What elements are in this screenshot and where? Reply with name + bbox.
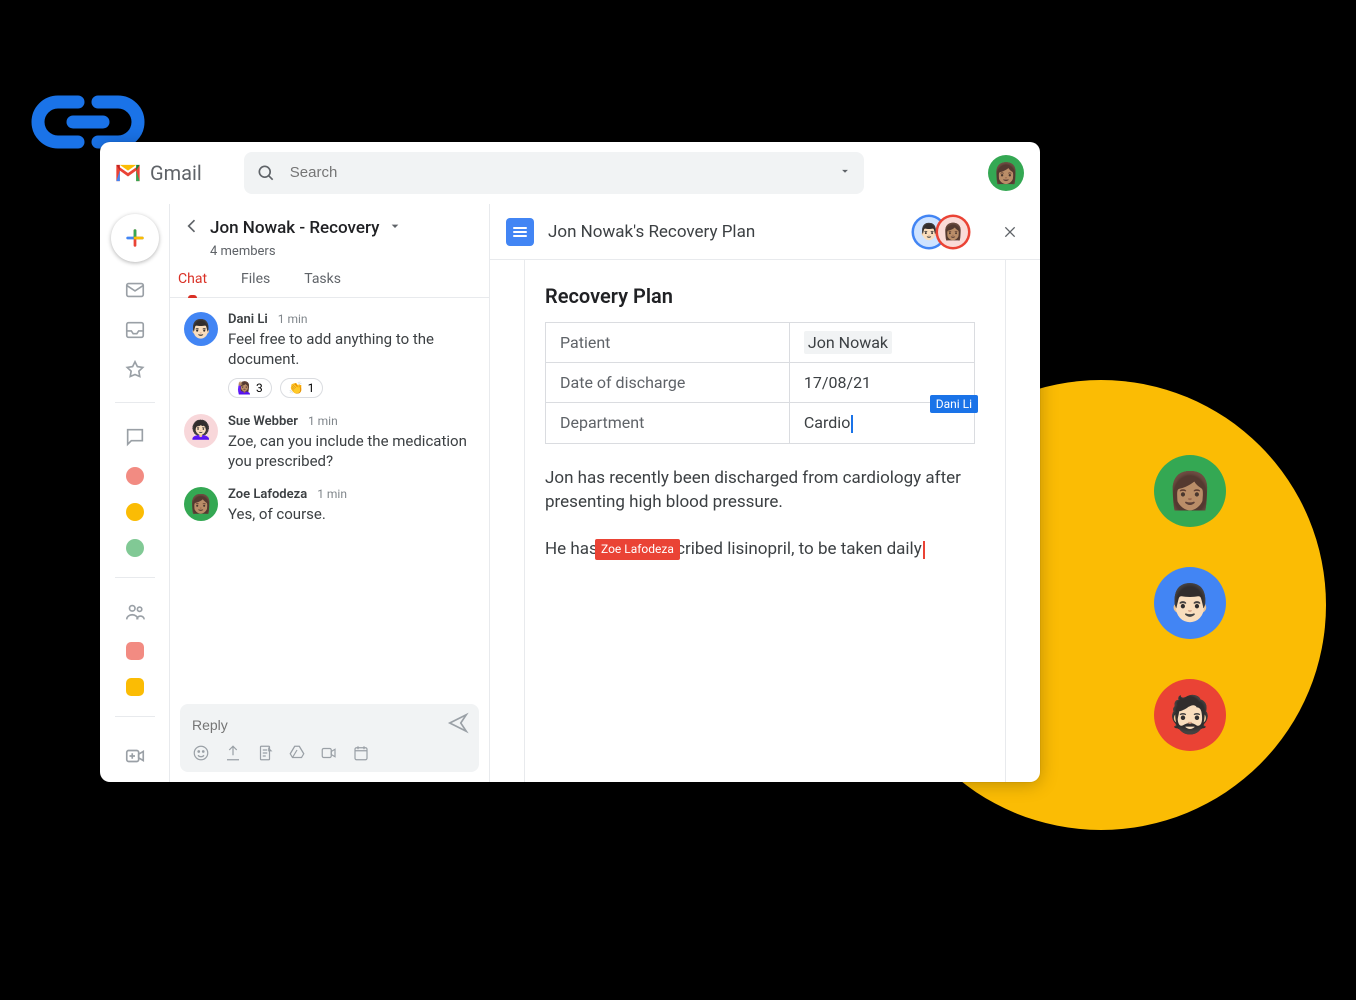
chat-icon[interactable] xyxy=(123,425,147,449)
reaction-emoji: 👏 xyxy=(289,381,304,395)
doc-body[interactable]: Recovery Plan Patient Jon Nowak Date of … xyxy=(490,260,1040,782)
chat-tabs: Chat Files Tasks xyxy=(170,259,489,298)
table-row: Department Cardio Dani Li xyxy=(546,403,975,444)
space-sq-red[interactable] xyxy=(126,642,144,660)
close-icon[interactable] xyxy=(996,218,1024,246)
space-sq-amber[interactable] xyxy=(126,678,144,696)
doc-title: Jon Nowak's Recovery Plan xyxy=(548,222,755,242)
msg-time: 1 min xyxy=(308,414,338,428)
decor-avatar-3: 🧔🏻 xyxy=(1154,679,1226,751)
cursor-label: Dani Li xyxy=(930,395,978,413)
msg-time: 1 min xyxy=(317,487,347,501)
avatar: 👩🏽 xyxy=(184,487,218,521)
gmail-icon xyxy=(114,162,142,184)
decor-avatar-1: 👩🏽 xyxy=(1154,455,1226,527)
people-icon[interactable] xyxy=(123,600,147,624)
cell-value: Jon Nowak xyxy=(789,323,974,363)
msg-time: 1 min xyxy=(278,312,308,326)
chat-title: Jon Nowak - Recovery xyxy=(210,218,379,238)
emoji-icon[interactable] xyxy=(192,744,210,766)
msg-author: Zoe Lafodeza xyxy=(228,487,307,502)
chat-messages: 👨🏻 Dani Li 1 min Feel free to add anythi… xyxy=(170,298,489,698)
highlighted-text: Jon Nowak xyxy=(804,331,892,354)
chat-message: 👩🏻‍🦱 Sue Webber 1 min Zoe, can you inclu… xyxy=(184,414,475,472)
topbar: Gmail 👩🏽 xyxy=(100,142,1040,204)
search-icon xyxy=(256,163,276,183)
compose-button[interactable] xyxy=(111,214,159,262)
table-row: Date of discharge 17/08/21 xyxy=(546,363,975,403)
product-name: Gmail xyxy=(150,161,202,185)
doc-panel: Jon Nowak's Recovery Plan 👨🏻 👩🏽 Recovery… xyxy=(490,204,1040,782)
avatar: 👨🏻 xyxy=(184,312,218,346)
space-dot-green[interactable] xyxy=(126,539,144,557)
reply-box xyxy=(180,704,479,772)
chat-subtitle: 4 members xyxy=(210,244,477,259)
doc-paragraph: Jon has recently been discharged from ca… xyxy=(545,466,1000,515)
account-avatar[interactable]: 👩🏽 xyxy=(988,155,1024,191)
info-table: Patient Jon Nowak Date of discharge 17/0… xyxy=(545,322,975,444)
tab-files[interactable]: Files xyxy=(241,271,270,297)
chat-panel: Jon Nowak - Recovery 4 members Chat File… xyxy=(170,204,490,782)
calendar-icon[interactable] xyxy=(352,744,370,766)
msg-text: Yes, of course. xyxy=(228,504,347,524)
avatar: 👩🏻‍🦱 xyxy=(184,414,218,448)
cell-label: Department xyxy=(546,403,790,444)
msg-text: Feel free to add anything to the documen… xyxy=(228,329,475,370)
page-edge xyxy=(524,260,525,782)
star-icon[interactable] xyxy=(123,358,147,382)
search-input[interactable] xyxy=(290,164,824,181)
google-docs-icon xyxy=(506,218,534,246)
gmail-logo[interactable]: Gmail xyxy=(114,161,202,185)
search-options-icon[interactable] xyxy=(838,163,852,182)
cursor-label: Zoe Lafodeza xyxy=(595,539,680,560)
reaction[interactable]: 👏 1 xyxy=(280,378,324,398)
collab-avatar[interactable]: 👩🏽 xyxy=(938,217,968,247)
table-row: Patient Jon Nowak xyxy=(546,323,975,363)
decor-avatar-2: 👨🏻 xyxy=(1154,567,1226,639)
reaction-count: 3 xyxy=(256,381,263,395)
search-bar[interactable] xyxy=(244,152,864,194)
doc-paragraph: He has been prescribed lisinopril, to be… xyxy=(545,537,1000,562)
msg-author: Sue Webber xyxy=(228,414,298,429)
inbox-icon[interactable] xyxy=(123,318,147,342)
video-icon[interactable] xyxy=(320,744,338,766)
mail-icon[interactable] xyxy=(123,278,147,302)
chat-message: 👩🏽 Zoe Lafodeza 1 min Yes, of course. xyxy=(184,487,475,524)
cell-label: Date of discharge xyxy=(546,363,790,403)
space-dot-amber[interactable] xyxy=(126,503,144,521)
upload-icon[interactable] xyxy=(224,744,242,766)
send-icon[interactable] xyxy=(447,712,469,738)
reaction-emoji: 🙋🏽‍♀️ xyxy=(237,381,252,395)
chat-title-dropdown-icon[interactable] xyxy=(387,218,403,238)
collab-cursor-red xyxy=(923,541,925,559)
tab-chat[interactable]: Chat xyxy=(178,271,207,297)
docs-attach-icon[interactable] xyxy=(256,744,274,766)
reaction[interactable]: 🙋🏽‍♀️ 3 xyxy=(228,378,272,398)
drive-icon[interactable] xyxy=(288,744,306,766)
meet-icon[interactable] xyxy=(123,744,147,768)
chat-message: 👨🏻 Dani Li 1 min Feel free to add anythi… xyxy=(184,312,475,398)
msg-text: Zoe, can you include the medication you … xyxy=(228,431,475,472)
cell-value: Cardio Dani Li xyxy=(789,403,974,444)
back-icon[interactable] xyxy=(182,216,202,240)
page-edge xyxy=(1005,260,1006,782)
doc-heading: Recovery Plan xyxy=(545,284,1000,308)
space-dot-red[interactable] xyxy=(126,467,144,485)
reply-input[interactable] xyxy=(192,717,447,733)
left-rail xyxy=(100,204,170,782)
tab-tasks[interactable]: Tasks xyxy=(304,271,341,297)
reaction-count: 1 xyxy=(308,381,315,395)
doc-collaborators: 👨🏻 👩🏽 xyxy=(914,217,968,247)
msg-author: Dani Li xyxy=(228,312,268,327)
cell-text: Cardio xyxy=(804,413,850,432)
collab-cursor-blue xyxy=(851,415,853,433)
gmail-window: Gmail 👩🏽 xyxy=(100,142,1040,782)
cell-label: Patient xyxy=(546,323,790,363)
